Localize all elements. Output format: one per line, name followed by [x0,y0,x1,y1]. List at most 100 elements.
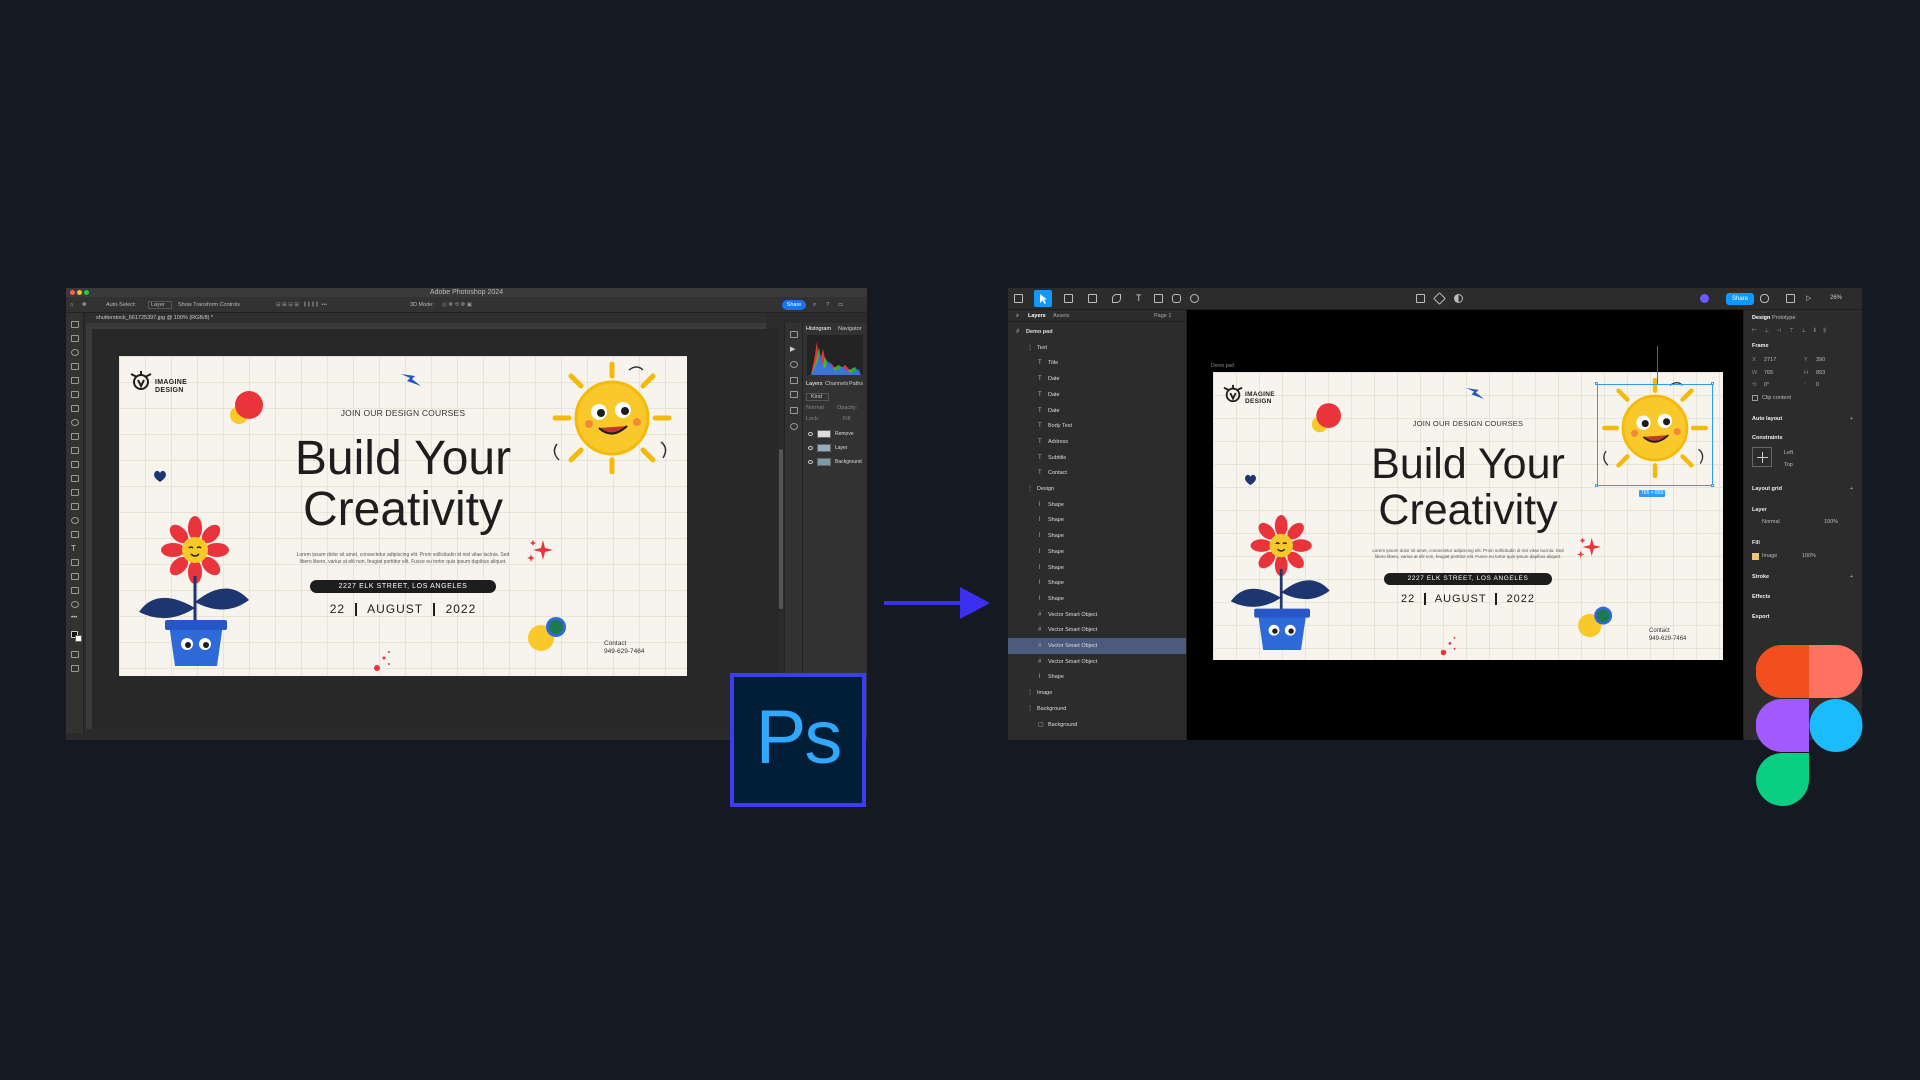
add-stroke-icon[interactable]: + [1850,574,1853,580]
mask-icon[interactable] [1433,292,1446,305]
move-tool-icon[interactable]: ✥ [82,302,87,308]
resize-handle[interactable] [1595,484,1598,487]
layer-blend-mode[interactable]: Normal [806,405,824,411]
search-icon[interactable]: ⌕ [813,302,816,309]
history-brush-tool-icon[interactable] [71,461,79,468]
maximize-window-button[interactable] [84,290,89,295]
pen-tool-icon[interactable] [1112,294,1121,303]
constraint-vertical[interactable]: Top [1784,462,1793,468]
present-icon[interactable]: ▷ [1806,294,1815,303]
brush-settings-icon[interactable] [790,377,798,384]
h-value[interactable]: 893 [1816,370,1825,376]
clone-stamp-tool-icon[interactable] [71,447,79,454]
layer-tree-item[interactable]: ⌇ Shape [1008,591,1186,607]
info-icon[interactable] [790,361,798,368]
layer-tree-item[interactable]: T Date [1008,371,1186,387]
crop-tool-icon[interactable] [71,377,79,384]
add-layout-grid-icon[interactable]: + [1850,486,1853,492]
layer-tree-item[interactable]: ⌇ Shape [1008,575,1186,591]
figma-canvas[interactable]: Demo pad IMAGINE DESIGN JOIN OUR DESIGN … [1187,310,1743,740]
rotation-value[interactable]: 0° [1764,382,1769,388]
x-value[interactable]: 2717 [1764,357,1776,363]
layer-tree-item[interactable]: T Date [1008,403,1186,419]
layer-tree-item[interactable]: ⋮ Background [1008,701,1186,717]
rectangle-tool-icon[interactable] [71,573,79,580]
channels-icon[interactable] [790,407,798,414]
eye-icon[interactable] [808,432,813,436]
fill-image-swatch[interactable] [1752,553,1759,560]
show-transform-controls-label[interactable]: Show Transform Controls [178,302,240,308]
comment-tool-icon[interactable] [1190,294,1199,303]
layer-tree-item[interactable]: ⌇ Shape [1008,560,1186,576]
fill-type-value[interactable]: Image [1762,553,1777,559]
move-tool-button[interactable] [1034,290,1052,307]
scrollbar-thumb[interactable] [779,449,783,609]
layer-tree-item[interactable]: ⋮ Text [1008,340,1186,356]
hand-tool-icon[interactable] [71,587,79,594]
clip-content-checkbox[interactable] [1752,395,1758,401]
zoom-level[interactable]: 26% [1830,295,1842,301]
layer-kind-filter[interactable]: Kind [806,393,830,401]
eye-icon[interactable] [808,446,813,450]
auto-select-label[interactable]: Auto-Select: [106,302,136,308]
layer-tree-item[interactable]: T Title [1008,355,1186,371]
tab-prototype[interactable]: Prototype [1772,315,1796,321]
tab-design[interactable]: Design [1752,315,1770,321]
layer-tree-item[interactable]: ⌇ Shape [1008,497,1186,513]
play-icon[interactable]: ▶ [790,345,798,353]
blend-mode-value[interactable]: Normal [1762,519,1780,525]
path-select-tool-icon[interactable] [71,559,79,566]
layer-tree-item[interactable]: ⌇ Shape [1008,528,1186,544]
export-section-label[interactable]: Export [1752,614,1769,620]
fill-opacity-value[interactable]: 100% [1802,553,1816,559]
constraint-horizontal[interactable]: Left [1784,450,1793,456]
blur-tool-icon[interactable] [71,503,79,510]
more-tools-icon[interactable]: ••• [71,615,79,622]
eraser-tool-icon[interactable] [71,475,79,482]
rectangle-tool-icon[interactable] [1088,294,1097,303]
frame-tool-icon[interactable] [1064,294,1073,303]
eye-icon[interactable] [808,460,813,464]
alignment-icons[interactable]: ⊢ ⊥ ⊣ ⊤ ⊥ ⫴ ⫼ [1752,328,1829,335]
dev-mode-icon[interactable] [1760,294,1769,303]
lasso-tool-icon[interactable] [71,349,79,356]
properties-icon[interactable] [790,331,798,338]
tab-channels[interactable]: Channels [825,381,848,387]
tab-layers[interactable]: Layers [806,381,823,387]
layer-tree-item[interactable]: # Vector Smart Object [1008,622,1186,638]
layer-fill-label[interactable]: Fill: [843,416,852,422]
poster-artboard[interactable]: IMAGINE DESIGN JOIN OUR DESIGN COURSES B… [1213,372,1723,660]
contrast-icon[interactable] [1454,294,1463,303]
healing-brush-tool-icon[interactable] [71,419,79,426]
radius-value[interactable]: 0 [1816,382,1819,388]
frame-tool-icon[interactable] [71,391,79,398]
search-icon[interactable]: ⌕ [1016,313,1019,320]
layout-grid-label[interactable]: Layout grid [1752,486,1782,492]
resize-handle[interactable] [1595,382,1598,385]
gradient-tool-icon[interactable] [71,489,79,496]
page-selector[interactable]: Page 1 [1154,313,1171,319]
share-button[interactable]: Share [1726,293,1754,305]
tab-histogram[interactable]: Histogram [806,326,831,332]
3d-mode-icons[interactable]: ◎ ✥ ⟲ ✥ ▣ [442,302,472,308]
auto-layout-label[interactable]: Auto layout [1752,416,1782,422]
move-tool-icon[interactable] [71,321,79,328]
type-tool-icon[interactable]: T [71,545,79,553]
layer-opacity-label[interactable]: Opacity: [837,405,857,411]
background-color-swatch[interactable] [75,635,82,642]
brush-tool-icon[interactable] [71,433,79,440]
quick-mask-icon[interactable] [71,651,79,658]
close-window-button[interactable] [70,290,75,295]
pen-tool-icon[interactable] [71,531,79,538]
workspace-icon[interactable]: ▭ [838,302,843,308]
main-menu-icon[interactable] [1014,294,1023,303]
tab-navigator[interactable]: Navigator [838,326,862,332]
layer-opacity-value[interactable]: 100% [1824,519,1838,525]
layer-tree-item[interactable]: # Vector Smart Object [1008,654,1186,670]
dodge-tool-icon[interactable] [71,517,79,524]
layer-tree-item[interactable]: T Body Text [1008,418,1186,434]
clip-content-label[interactable]: Clip content [1762,395,1791,401]
home-icon[interactable]: ⌂ [70,302,73,308]
resize-handle[interactable] [1711,382,1714,385]
minimize-window-button[interactable] [77,290,82,295]
